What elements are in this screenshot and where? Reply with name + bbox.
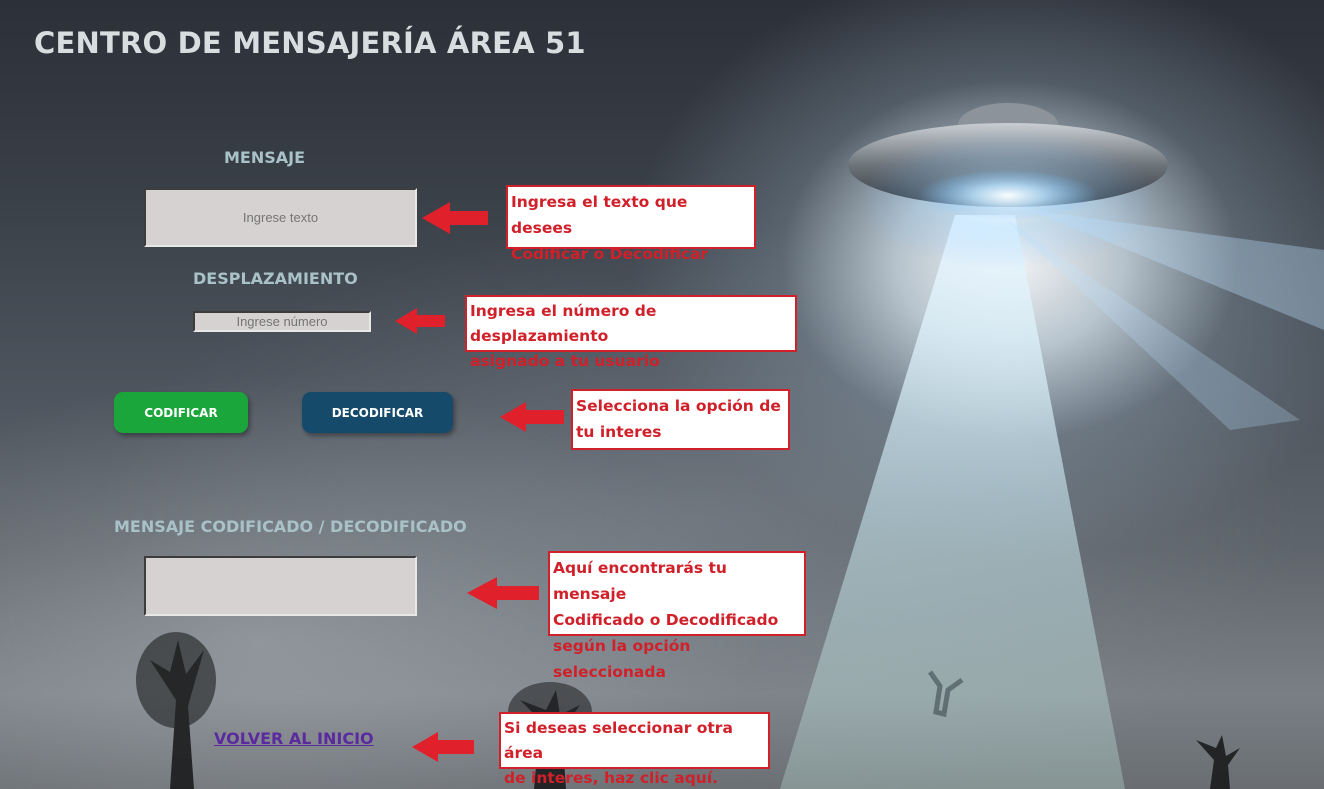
output-label: MENSAJE CODIFICADO / DECODIFICADO (114, 517, 467, 536)
arrow-left-icon (422, 202, 488, 234)
encode-button[interactable]: CODIFICAR (114, 392, 248, 433)
annotation-option-hint: Selecciona la opción de tu interes (571, 389, 790, 450)
arrow-left-icon (395, 308, 445, 334)
page-title: CENTRO DE MENSAJERÍA ÁREA 51 (34, 26, 586, 60)
annotation-message-hint: Ingresa el texto que desees Codificar o … (506, 185, 756, 263)
message-label: MENSAJE (224, 148, 306, 167)
annotation-shift-hint: Ingresa el número de desplazamiento asig… (465, 295, 797, 370)
annotation-output-hint: Aquí encontrarás tu mensaje Codificado o… (548, 551, 806, 681)
arrow-left-icon (467, 577, 539, 609)
arrow-left-icon (500, 402, 564, 432)
arrow-left-icon (412, 732, 474, 762)
message-input[interactable] (144, 188, 417, 247)
decode-button[interactable]: DECODIFICAR (302, 392, 453, 433)
annotation-back-hint: Si deseas seleccionar otra área de inter… (499, 712, 770, 787)
shift-number-input[interactable] (193, 311, 371, 332)
shift-label: DESPLAZAMIENTO (193, 269, 358, 288)
back-to-home-link[interactable]: VOLVER AL INICIO (214, 729, 374, 748)
output-message-box[interactable] (144, 556, 417, 616)
